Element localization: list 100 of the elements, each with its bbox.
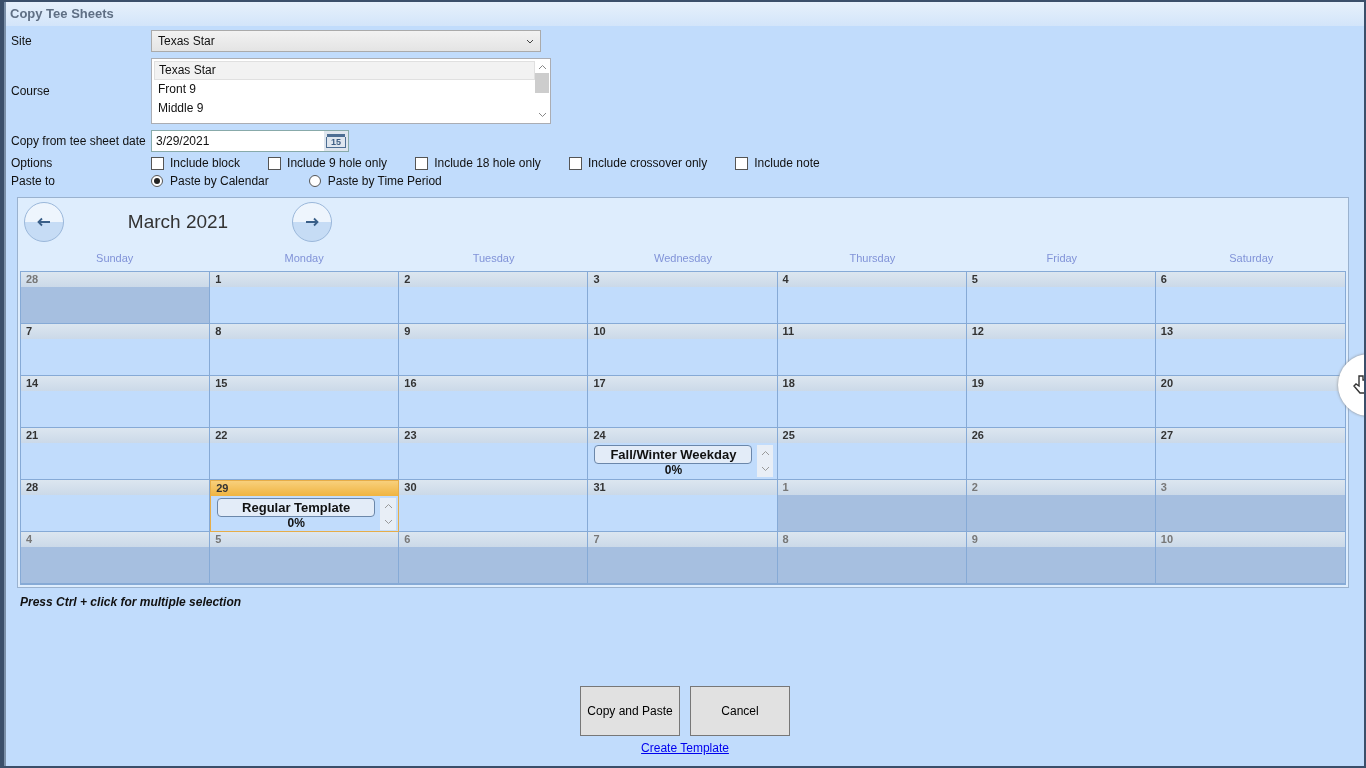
chevron-down-icon [760,466,770,472]
day-number: 1 [215,273,222,285]
checkbox[interactable] [735,156,749,170]
previous-month-button[interactable] [24,202,64,242]
day-number: 10 [1160,533,1174,545]
checkbox-label: Include note [754,156,820,170]
day-number: 1 [782,481,789,493]
date-field[interactable]: 3/29/2021 15 [151,130,349,152]
day-number: 19 [971,377,984,389]
arrow-left-icon [37,217,51,227]
calendar-day-cell[interactable]: 30 [399,480,589,532]
calendar-day-cell[interactable]: 6 [399,532,589,584]
day-number: 13 [1160,325,1174,337]
calendar-day-cell[interactable]: 24 Fall/Winter Weekday 0% [588,428,778,480]
calendar-day-cell[interactable]: 10 [588,324,778,376]
calendar-day-cell[interactable]: 9 [399,324,589,376]
chevron-down-icon [383,519,393,525]
day-number: 18 [782,377,795,389]
calendar-day-cell[interactable]: 31 [588,480,778,532]
site-label: Site [11,34,33,48]
progress-text: 0% [287,517,305,530]
calendar-day-cell[interactable]: 17 [588,376,778,428]
calendar-icon[interactable]: 15 [324,131,348,151]
day-number: 5 [215,533,222,545]
calendar-day-cell[interactable]: 19 [966,376,1156,428]
copy-date-label: Copy from tee sheet date [11,134,147,148]
weekday-label: Tuesday [471,251,516,264]
calendar-day-cell[interactable]: 7 [21,324,211,376]
day-number: 3 [593,273,600,285]
scrollbar[interactable] [757,445,774,477]
day-number: 14 [26,377,39,389]
day-number: 5 [971,273,978,285]
checkbox-label: Include block [170,156,241,170]
checkbox[interactable] [568,156,582,170]
checkbox[interactable] [151,156,164,170]
day-number: 23 [404,429,417,441]
options-label: Options [11,156,54,170]
progress-text: 0% [664,464,683,477]
calendar-day-cell[interactable]: 2 [399,272,589,324]
weekday-label: Saturday [1228,251,1275,264]
calendar-day-cell[interactable]: 13 [1155,324,1345,376]
radio-label: Paste by Calendar [170,174,269,188]
calendar-day-cell[interactable]: 16 [399,376,589,428]
action-button[interactable]: Cancel [690,686,790,736]
scrollbar[interactable] [380,498,397,530]
checkbox-label: Include 18 hole only [434,156,541,170]
day-number: 2 [404,273,411,285]
day-number: 6 [1160,273,1167,285]
calendar-day-cell[interactable]: 22 [210,428,400,480]
day-number: 4 [26,533,33,545]
site-dropdown[interactable]: Texas Star [151,30,541,52]
day-number: 12 [971,325,984,337]
day-number: 20 [1160,377,1174,389]
calendar-day-cell[interactable]: 26 [966,428,1156,480]
calendar-day-cell[interactable]: 6 [1155,272,1345,324]
calendar-day-cell[interactable]: 11 [777,324,967,376]
calendar-day-cell[interactable]: 14 [21,376,211,428]
weekday-label: Thursday [848,251,897,264]
day-number: 16 [404,377,417,389]
day-number: 22 [215,429,228,441]
template-tag[interactable]: Regular Template [217,498,376,517]
day-number: 3 [1160,481,1167,493]
day-number: 28 [26,273,39,285]
action-button[interactable]: Copy and Paste [580,686,680,736]
chevron-down-icon [526,38,534,44]
day-number: 2 [971,481,978,493]
calendar-day-cell[interactable]: 27 [1155,428,1345,480]
weekday-label: Sunday [95,251,135,264]
checkbox[interactable] [415,156,429,170]
course-list-item[interactable]: Middle 9 [154,99,535,118]
calendar-day-cell[interactable]: 20 [1155,376,1345,428]
course-list-item[interactable]: Front 9 [154,80,535,99]
chevron-up-icon [537,64,547,70]
radio-button[interactable] [308,175,321,187]
course-label: Course [11,84,51,98]
radio-button[interactable] [151,175,163,187]
calendar-day-cell[interactable]: 28 [21,480,211,532]
calendar-day-cell[interactable]: 4 [777,272,967,324]
day-number: 28 [26,481,39,493]
calendar-day-cell[interactable]: 8 [210,324,400,376]
calendar-day-cell[interactable]: 15 [210,376,400,428]
create-template-link[interactable]: Create Template [641,741,729,755]
calendar-day-cell[interactable]: 25 [777,428,967,480]
day-number: 26 [971,429,984,441]
day-number: 25 [782,429,795,441]
calendar-day-cell[interactable]: 18 [777,376,967,428]
day-number: 31 [593,481,606,493]
calendar-day-cell[interactable]: 29 Regular Template 0% [210,480,400,532]
calendar-day-cell[interactable]: 21 [21,428,211,480]
checkbox[interactable] [268,156,282,170]
calendar-day-cell[interactable]: 3 [588,272,778,324]
calendar-day-cell[interactable]: 1 [210,272,400,324]
day-number: 9 [971,533,978,545]
calendar-day-cell[interactable]: 5 [966,272,1156,324]
next-month-button[interactable] [292,202,332,242]
course-list-item[interactable]: Texas Star [154,61,535,80]
day-number: 30 [404,481,417,493]
calendar-day-cell[interactable]: 23 [399,428,589,480]
template-tag[interactable]: Fall/Winter Weekday [594,445,753,464]
calendar-day-cell[interactable]: 12 [966,324,1156,376]
